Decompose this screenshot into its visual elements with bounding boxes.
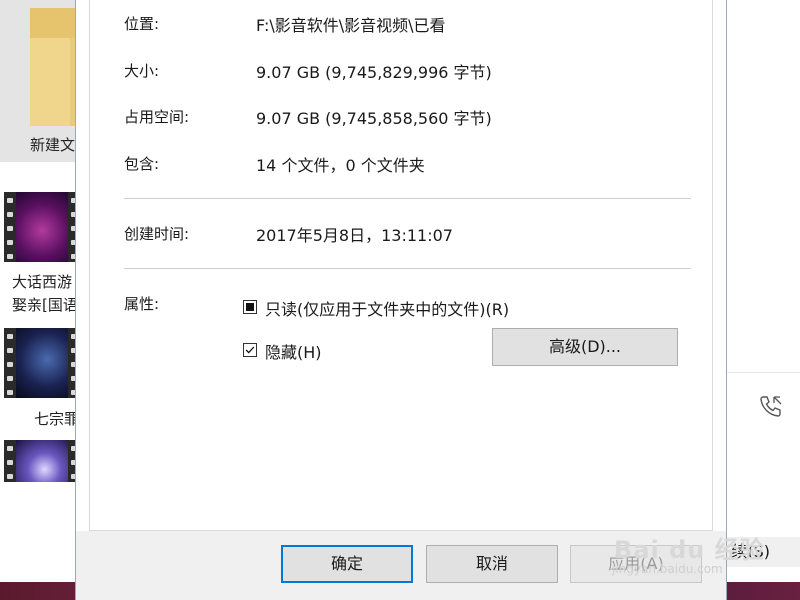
disk-size-value: 9.07 GB (9,745,858,560 字节) (256, 109, 492, 128)
advanced-button[interactable]: 高级(D)... (492, 328, 678, 366)
video-thumbnail[interactable] (4, 192, 80, 262)
hidden-checkbox[interactable] (243, 343, 257, 357)
general-tab-panel: 位置: F:\影音软件\影音视频\已看 大小: 9.07 GB (9,745,8… (89, 0, 713, 531)
size-label: 大小: (124, 62, 160, 80)
folder-label: 新建文 (30, 136, 76, 154)
disk-size-label: 占用空间: (124, 108, 190, 126)
location-label: 位置: (124, 15, 160, 33)
video-thumbnail[interactable] (4, 440, 80, 482)
phone-call-icon[interactable] (758, 393, 784, 419)
attributes-label: 属性: (124, 295, 160, 313)
watermark-url: jingyan.baidu.com (612, 562, 723, 576)
readonly-checkbox[interactable] (243, 300, 257, 314)
separator (124, 198, 691, 199)
created-value: 2017年5月8日，13:11:07 (256, 226, 453, 245)
properties-dialog: 位置: F:\影音软件\影音视频\已看 大小: 9.07 GB (9,745,8… (75, 0, 727, 600)
contains-label: 包含: (124, 155, 160, 173)
cancel-button[interactable]: 取消 (426, 545, 558, 583)
video-label: 娶亲[国语 (12, 296, 78, 314)
readonly-label[interactable]: 只读(仅应用于文件夹中的文件)(R) (265, 296, 509, 320)
location-value: F:\影音软件\影音视频\已看 (256, 16, 446, 35)
contains-value: 14 个文件，0 个文件夹 (256, 156, 425, 175)
separator (124, 268, 691, 269)
ok-button[interactable]: 确定 (281, 545, 413, 583)
hidden-label[interactable]: 隐藏(H) (265, 339, 322, 363)
video-label: 七宗罪 (34, 410, 80, 428)
created-label: 创建时间: (124, 225, 190, 243)
size-value: 9.07 GB (9,745,829,996 字节) (256, 63, 492, 82)
watermark-text: Bai du 经验 (614, 536, 765, 564)
video-thumbnail[interactable] (4, 328, 80, 398)
video-label: 大话西游 (12, 273, 73, 291)
